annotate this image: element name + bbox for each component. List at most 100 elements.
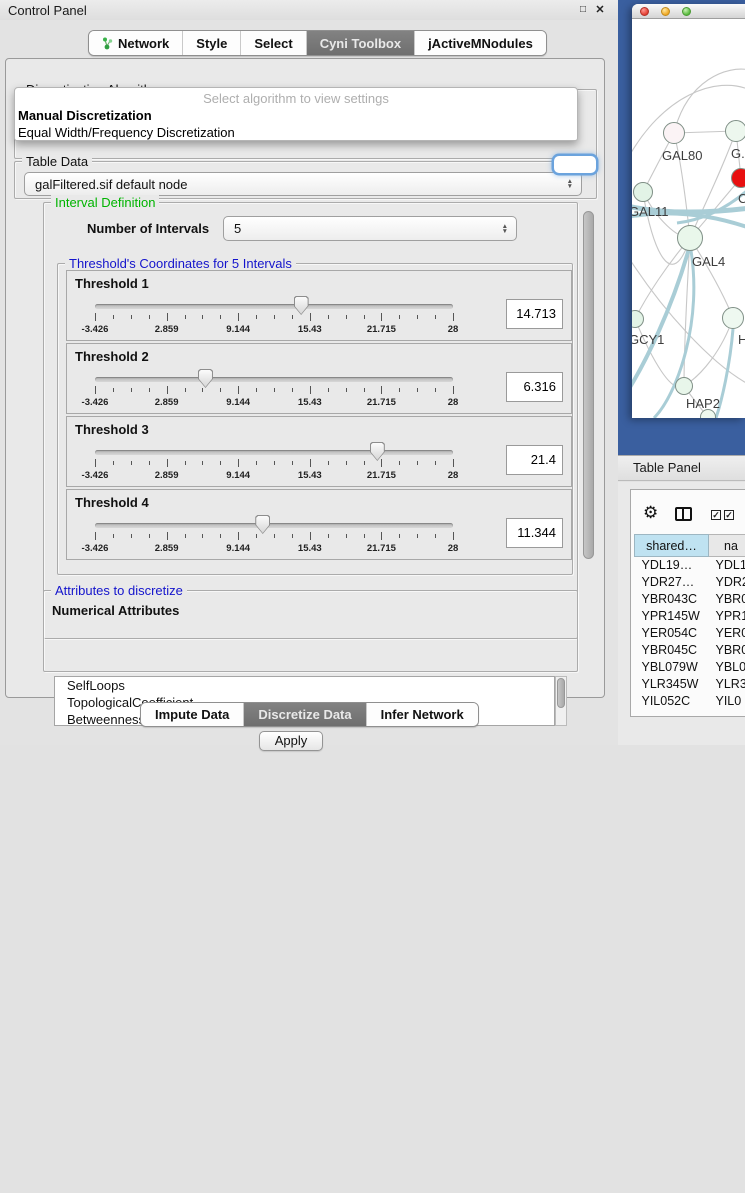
tab-infer-network[interactable]: Infer Network <box>367 703 478 726</box>
tick-label: 15.43 <box>280 543 340 554</box>
gear-icon[interactable]: ⚙ <box>643 504 658 521</box>
checkbox-icon[interactable]: ✓ <box>724 510 734 520</box>
network-view-window[interactable]: GAL80G.CGAL11GAL4GCY1HHAP2 <box>632 4 745 418</box>
tick-mark <box>328 315 329 319</box>
checkbox-icon[interactable]: ✓ <box>711 510 721 520</box>
tick-mark <box>256 388 257 392</box>
tab-style[interactable]: Style <box>183 31 241 55</box>
tick-mark <box>453 459 454 467</box>
tick-mark <box>95 313 96 321</box>
network-node[interactable] <box>725 120 745 142</box>
table-row[interactable]: YDR27…YDR2 <box>635 574 745 591</box>
threshold-slider[interactable]: -3.4262.8599.14415.4321.71528 <box>95 441 453 483</box>
cell-name[interactable]: YBL0 <box>709 659 745 676</box>
threshold-slider[interactable]: -3.4262.8599.14415.4321.71528 <box>95 514 453 556</box>
cell-name[interactable]: YBR0 <box>709 591 745 608</box>
network-node[interactable] <box>677 225 703 251</box>
table-row[interactable]: YBR043CYBR0 <box>635 591 745 608</box>
threshold-value-field[interactable]: 14.713 <box>506 299 563 329</box>
threshold-value-field[interactable]: 21.4 <box>506 445 563 475</box>
float-window-icon[interactable]: □ <box>576 3 590 17</box>
vertical-scrollbar[interactable] <box>583 211 594 559</box>
cell-name[interactable]: YBR0 <box>709 642 745 659</box>
network-node[interactable] <box>700 409 716 418</box>
close-icon[interactable]: ✕ <box>593 3 607 17</box>
threshold-label: Threshold 4 <box>75 495 149 510</box>
slider-track[interactable] <box>95 523 453 528</box>
network-node[interactable] <box>633 182 653 202</box>
apply-button[interactable]: Apply <box>259 731 323 751</box>
threshold-value-field[interactable]: 6.316 <box>506 372 563 402</box>
tick-mark <box>453 386 454 394</box>
network-canvas[interactable]: GAL80G.CGAL11GAL4GCY1HHAP2 <box>632 20 745 418</box>
slider-thumb-face <box>256 516 269 533</box>
tab-cyni-toolbox[interactable]: Cyni Toolbox <box>307 31 415 55</box>
tab-jactivemnodules[interactable]: jActiveMNodules <box>415 31 546 55</box>
slider-track[interactable] <box>95 377 453 382</box>
tick-label: 9.144 <box>208 543 268 554</box>
tick-mark <box>238 459 239 467</box>
table-row[interactable]: YIL052CYIL0 <box>635 693 745 710</box>
num-intervals-select[interactable]: 5 ▲▼ <box>223 216 517 241</box>
cell-shared-name[interactable]: YBR043C <box>635 591 709 608</box>
cell-shared-name[interactable]: YBL079W <box>635 659 709 676</box>
column-header-shared-name[interactable]: shared… <box>635 535 709 557</box>
table-data-select[interactable]: galFiltered.sif default node ▲▼ <box>24 172 582 196</box>
tick-mark <box>417 315 418 319</box>
table-row[interactable]: YBR045CYBR0 <box>635 642 745 659</box>
table-row[interactable]: YDL19…YDL1 <box>635 557 745 574</box>
cell-shared-name[interactable]: YBR045C <box>635 642 709 659</box>
tick-mark <box>238 313 239 321</box>
tab-select[interactable]: Select <box>241 31 306 55</box>
attributes-scrollbar-thumb[interactable] <box>557 678 565 708</box>
cell-shared-name[interactable]: YER054C <box>635 625 709 642</box>
node-label: C <box>738 191 745 206</box>
cell-name[interactable]: YDL1 <box>709 557 745 574</box>
threshold-value-field[interactable]: 11.344 <box>506 518 563 548</box>
cell-shared-name[interactable]: YLR345W <box>635 676 709 693</box>
tick-mark <box>274 534 275 538</box>
slider-track[interactable] <box>95 304 453 309</box>
cell-shared-name[interactable]: YDL19… <box>635 557 709 574</box>
algorithm-select-focus-ring[interactable] <box>554 156 596 173</box>
tick-mark <box>167 459 168 467</box>
tab-label: Style <box>196 36 227 51</box>
network-node[interactable] <box>731 168 745 188</box>
cell-shared-name[interactable]: YDR27… <box>635 574 709 591</box>
minimize-traffic-light-icon[interactable] <box>661 7 670 16</box>
network-window-titlebar[interactable] <box>632 4 745 19</box>
tick-mark <box>381 313 382 321</box>
network-node[interactable] <box>722 307 744 329</box>
tick-mark <box>95 532 96 540</box>
cell-name[interactable]: YIL0 <box>709 693 745 710</box>
split-columns-icon[interactable] <box>675 507 692 521</box>
table-row[interactable]: YLR345WYLR3 <box>635 676 745 693</box>
attribute-list-item[interactable]: SelfLoops <box>55 677 554 694</box>
algorithm-option[interactable]: Manual Discretization <box>18 108 574 125</box>
network-node[interactable] <box>675 377 693 395</box>
tab-discretize-data[interactable]: Discretize Data <box>244 703 366 726</box>
table-panel-body: ⚙ ✓ ✓ shared… na YDL19…YDL1YDR27…YDR2YBR… <box>618 482 745 745</box>
tab-label: jActiveMNodules <box>428 36 533 51</box>
cell-name[interactable]: YLR3 <box>709 676 745 693</box>
table-row[interactable]: YBL079WYBL0 <box>635 659 745 676</box>
cell-name[interactable]: YPR1 <box>709 608 745 625</box>
table-row[interactable]: YPR145WYPR1 <box>635 608 745 625</box>
attributes-list-scrollbar[interactable] <box>555 676 567 726</box>
cell-shared-name[interactable]: YPR145W <box>635 608 709 625</box>
threshold-slider[interactable]: -3.4262.8599.14415.4321.71528 <box>95 368 453 410</box>
tab-impute-data[interactable]: Impute Data <box>141 703 244 726</box>
cell-name[interactable]: YER0 <box>709 625 745 642</box>
cell-shared-name[interactable]: YIL052C <box>635 693 709 710</box>
close-traffic-light-icon[interactable] <box>640 7 649 16</box>
threshold-slider[interactable]: -3.4262.8599.14415.4321.71528 <box>95 295 453 337</box>
zoom-traffic-light-icon[interactable] <box>682 7 691 16</box>
cell-name[interactable]: YDR2 <box>709 574 745 591</box>
algorithm-option[interactable]: Equal Width/Frequency Discretization <box>18 125 574 142</box>
network-node[interactable] <box>663 122 685 144</box>
tab-network[interactable]: Network <box>89 31 183 55</box>
slider-track[interactable] <box>95 450 453 455</box>
table-row[interactable]: YER054CYER0 <box>635 625 745 642</box>
column-header-name[interactable]: na <box>709 535 745 557</box>
node-label: GAL80 <box>662 148 702 163</box>
